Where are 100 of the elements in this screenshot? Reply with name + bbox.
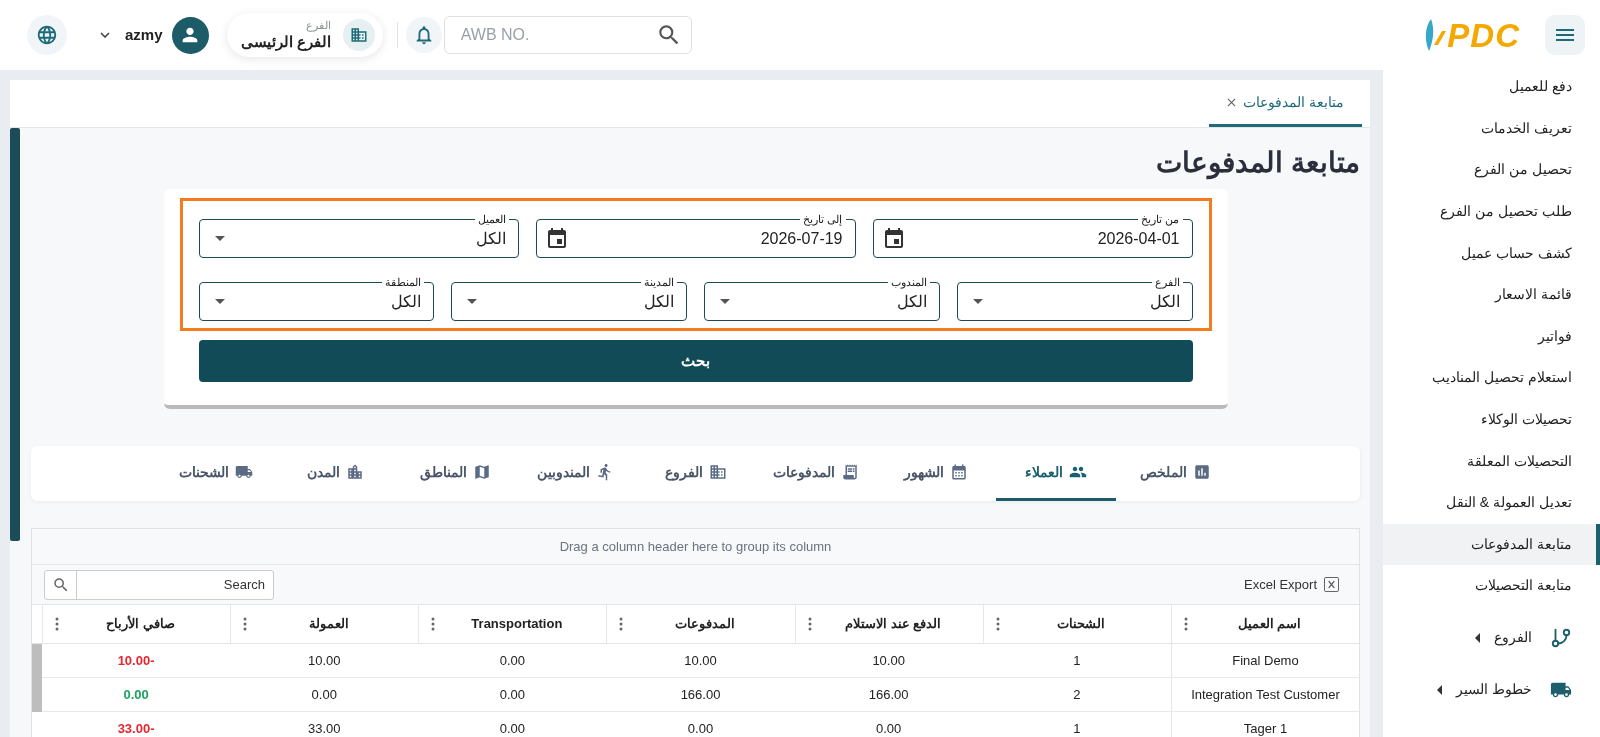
language-button[interactable] [27,15,67,55]
report-tab[interactable]: الملخص [1115,446,1236,501]
excel-export-button[interactable]: Excel Export [1244,574,1339,595]
map-icon [473,463,491,481]
table-cell-text: 166.00 [679,685,722,704]
more-vertical-icon [995,617,1000,631]
table-cell-text: 10.00 [306,651,342,670]
column-header[interactable]: اسم العميل [1170,605,1359,643]
field-label: المدينة [641,275,677,289]
sidebar-item[interactable]: التحصيلات المعلقة [1383,440,1600,482]
table-cell-text: 0.00 [310,685,338,704]
close-icon[interactable] [1227,97,1237,107]
report-tab[interactable]: الفروع [635,446,756,501]
calendar-icon [949,463,968,481]
sidebar-item[interactable]: متابعة المدفوعات [1383,523,1600,566]
report-tab[interactable]: العملاء [995,446,1116,501]
table-cell-text: 0.00 [875,719,903,737]
report-tab[interactable]: الشهور [875,446,996,501]
dropdown-caret-icon [214,236,225,241]
table-cell-text: 10.00- [116,651,156,670]
table-cell-text: 10.00 [683,651,718,670]
more-vertical-icon [619,617,624,631]
sidebar-item[interactable]: دفع للعميل [1383,70,1600,108]
globe-icon [36,24,58,46]
grid-search-field[interactable]: Search [44,569,274,600]
menu-button[interactable] [1545,15,1585,55]
logo-text: PDC [1447,18,1520,52]
field-label: من تاريخ [1138,212,1183,226]
sidebar-item[interactable]: تحصيلات الوكلاء [1383,398,1600,441]
x-box-icon [1324,577,1339,592]
table-cell-text: 0.00 [498,719,527,737]
table-cell: Final Demo [1170,644,1359,677]
column-header[interactable]: Transportation [418,605,607,643]
field-label: المنطقة [382,275,425,289]
chevron-down-icon [100,32,110,38]
column-header[interactable]: الشحنات [982,605,1171,643]
more-vertical-icon [431,617,436,631]
table-cell-text: 33.00- [116,719,156,737]
scrollbar-thumb[interactable] [10,128,20,541]
search-button[interactable]: بحث [198,340,1193,382]
table-cell-text: 0.00 [686,719,715,737]
report-tab[interactable]: المناطق [395,446,516,501]
page-tab[interactable]: متابعة المدفوعات [1209,80,1362,127]
sidebar-item[interactable]: فواتير [1383,315,1600,358]
table-cell-text: 33.00 [306,719,342,737]
table-cell-text: 0.00 [122,685,150,704]
more-vertical-icon [807,617,812,631]
branch-name: الفرع الرئيسى [240,32,331,51]
table-cell-text: 0.00 [498,651,527,670]
column-header[interactable]: العمولة [230,605,419,643]
sidebar-group[interactable]: خطوط السير [1383,663,1600,716]
receipt-icon [840,463,859,481]
table-cell-text: 2 [1072,685,1082,704]
table-cell-text: 1 [1072,719,1082,737]
more-vertical-icon [1183,617,1188,631]
avatar-icon [171,16,209,54]
table-cell-text: 0.00 [498,685,527,704]
column-header[interactable]: صافي الأرباح [42,605,231,643]
table-cell-text: 10.00 [871,651,906,670]
sidebar-item[interactable]: كشف حساب عميل [1383,232,1600,274]
sidebar-item[interactable]: تعديل العمولة & النقل [1383,481,1600,524]
dropdown-caret-icon [467,299,478,304]
page-title: متابعة المدفوعات [1155,146,1360,180]
city-icon [346,463,364,481]
branch-label: الفرع [305,19,331,32]
scrollbar-thumb[interactable] [32,644,42,712]
logo-leaf-icon [1424,18,1447,52]
branch-selector[interactable]: الفرع الفرع الرئيسى [226,13,383,57]
branch-icon [1550,626,1572,649]
table-cell: Integration Test Customer [1170,678,1359,711]
column-header[interactable]: المدفوعات [606,605,795,643]
sidebar-group[interactable]: الفروع [1383,611,1600,664]
sidebar-item[interactable]: تعريف الخدمات [1383,107,1600,150]
building-icon [708,463,727,481]
sidebar-item[interactable]: متابعة التحصيلات [1383,565,1600,607]
report-tab[interactable]: المدن [275,446,396,501]
field-label: المندوب [887,275,930,289]
table-cell-text: 166.00 [867,685,910,704]
table-cell: Tager 1 [1170,712,1359,737]
sidebar-item[interactable]: طلب تحصيل من الفرع [1383,190,1600,233]
report-tab[interactable]: المدفوعات [755,446,876,501]
awb-search-field[interactable]: AWB NO. [443,16,692,54]
sidebar-item[interactable]: قائمة الاسعار [1383,273,1600,316]
field-label: الفرع [1151,275,1183,289]
truck-icon [234,463,253,481]
field-label: العميل [474,212,509,226]
sidebar-item[interactable]: استعلام تحصيل المناديب [1383,357,1600,399]
more-vertical-icon [243,617,248,631]
notifications-button[interactable] [405,17,442,53]
dropdown-caret-icon [720,299,730,304]
sidebar-item[interactable]: تحصيل من الفرع [1383,149,1600,191]
user-menu[interactable]: azmy [100,16,209,54]
report-tab[interactable]: المندوبين [515,446,636,501]
report-tab[interactable]: الشحنات [155,446,276,501]
building-icon [342,19,375,51]
dropdown-caret-icon [214,299,225,304]
group-panel: Drag a column header here to group its column [32,529,1359,565]
bar-chart-icon [1193,463,1211,481]
table-cell-text: 1 [1072,651,1082,670]
column-header[interactable]: الدفع عند الاستلام [794,605,983,643]
